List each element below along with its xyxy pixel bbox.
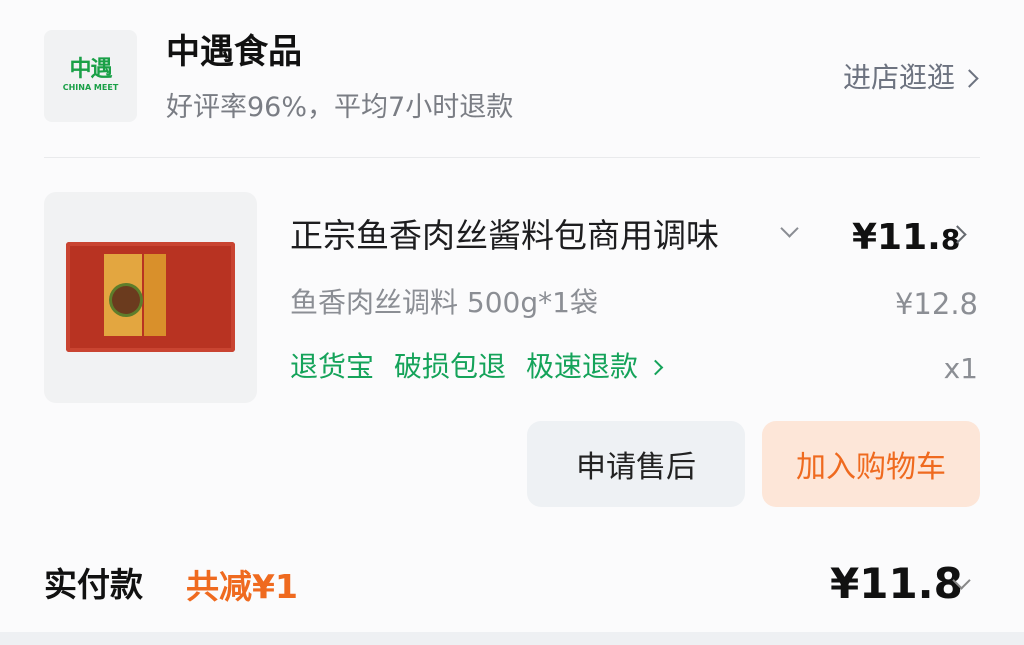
logo-text-zh: 中遇 <box>69 57 112 82</box>
payment-details-toggle[interactable] <box>952 571 971 591</box>
payment-amount: ¥11.8 <box>830 559 963 608</box>
service-tags[interactable]: 退货宝 破损包退 极速退款 <box>290 346 664 388</box>
divider <box>44 157 980 158</box>
after-sale-button[interactable]: 申请售后 <box>527 421 745 507</box>
tag-fast-refund: 极速退款 <box>526 350 639 383</box>
order-card: 中遇 CHINA MEET 中遇食品 好评率96%，平均7小时退款 进店逛逛 正… <box>0 0 1024 632</box>
expand-title-button[interactable] <box>780 219 799 239</box>
chevron-down-icon <box>952 571 971 590</box>
product-title[interactable]: 正宗鱼香肉丝酱料包商用调味 <box>290 212 768 260</box>
product-image <box>66 242 235 352</box>
chevron-right-icon <box>948 225 967 244</box>
visit-shop-label: 进店逛逛 <box>842 61 955 94</box>
payment-label: 实付款 <box>44 565 143 604</box>
tag-return-insurance: 退货宝 <box>290 350 375 383</box>
shop-rating-summary: 好评率96%，平均7小时退款 <box>166 92 514 123</box>
price-integer: ¥11. <box>852 217 941 258</box>
price-detail-button[interactable] <box>948 225 967 245</box>
tag-damage-refund: 破损包退 <box>394 350 507 383</box>
chevron-right-icon <box>647 359 664 375</box>
discount-amount: 共减¥1 <box>186 567 298 606</box>
visit-shop-link[interactable]: 进店逛逛 <box>842 58 979 98</box>
logo-text-en: CHINA MEET <box>62 83 119 92</box>
shop-name[interactable]: 中遇食品 <box>166 30 302 74</box>
original-price: ¥12.8 <box>894 287 978 321</box>
product-spec: 鱼香肉丝调料 500g*1袋 <box>290 286 598 319</box>
chevron-right-icon <box>960 68 979 88</box>
shop-logo[interactable]: 中遇 CHINA MEET <box>44 30 137 122</box>
chevron-down-icon <box>780 219 799 238</box>
product-thumbnail[interactable] <box>44 192 257 403</box>
quantity: x1 <box>943 352 978 385</box>
bottom-strip <box>0 632 1024 645</box>
add-to-cart-button[interactable]: 加入购物车 <box>762 421 980 507</box>
product-price: ¥11.8 <box>852 214 960 264</box>
